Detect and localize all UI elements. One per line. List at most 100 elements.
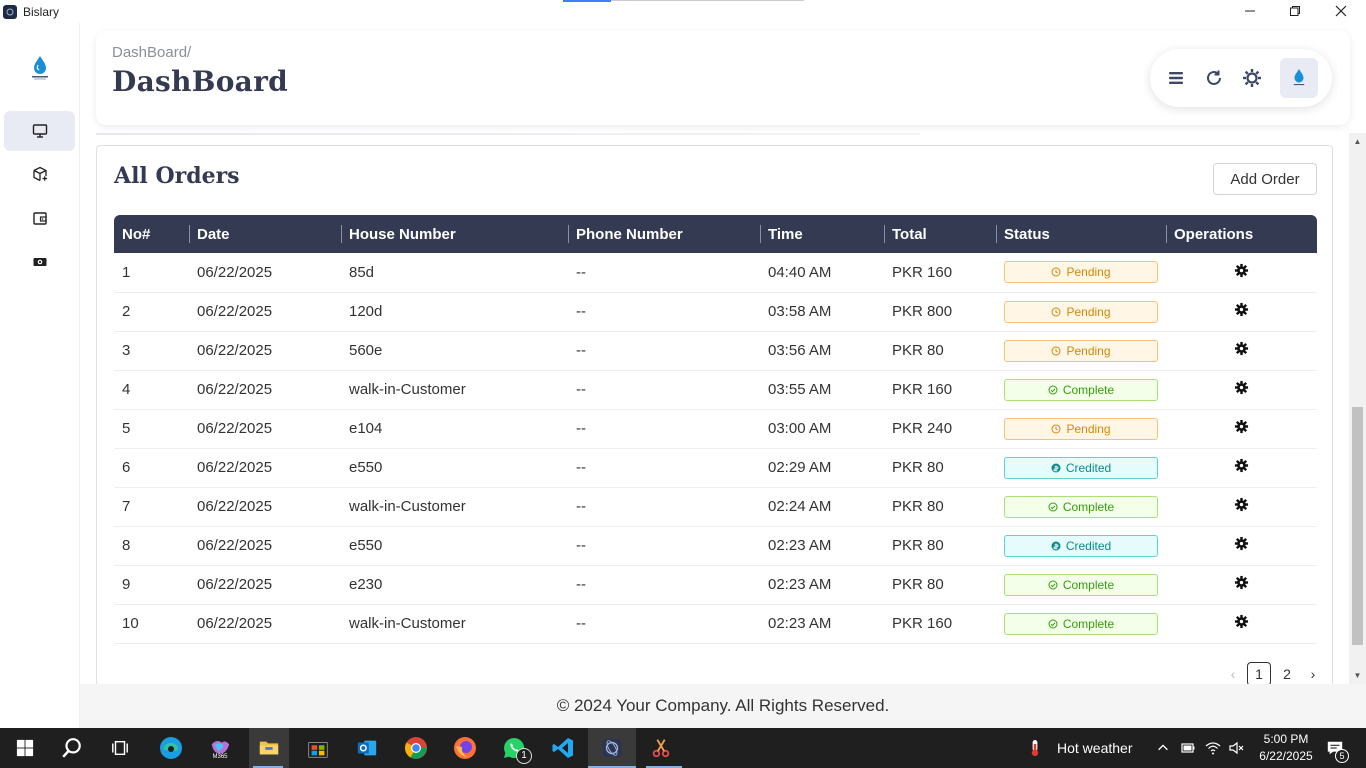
brand-logo[interactable] [28, 55, 52, 81]
clock-time[interactable]: 5:00 PM [1254, 732, 1318, 746]
windows-start-icon[interactable] [11, 734, 39, 762]
table-row[interactable]: 9 06/22/2025 e230 -- 02:23 AM PKR 80 Complete [114, 565, 1317, 604]
microsoft-store-icon[interactable] [304, 734, 332, 762]
column-header-house-number[interactable]: House Number [341, 215, 568, 253]
avatar[interactable] [1280, 58, 1318, 98]
cell-time: 02:29 AM [768, 459, 832, 476]
column-header-operations[interactable]: Operations [1166, 215, 1317, 253]
row-settings-button[interactable] [1234, 575, 1249, 594]
row-settings-button[interactable] [1234, 302, 1249, 321]
table-row[interactable]: 3 06/22/2025 560e -- 03:56 AM PKR 80 Pending [114, 331, 1317, 370]
cell-house-number: e550 [349, 537, 383, 554]
cell-operations [1166, 526, 1317, 565]
sidebar-item-products[interactable] [4, 154, 75, 194]
status-badge: Credited [1004, 534, 1158, 557]
weather-text[interactable]: Hot weather [1057, 740, 1132, 756]
settings-icon[interactable] [1240, 66, 1264, 90]
table-row[interactable]: 10 06/22/2025 walk-in-Customer -- 02:23 AM PK… [114, 604, 1317, 643]
pagination-prev-button[interactable]: ‹ [1223, 662, 1243, 686]
column-header-total[interactable]: Total [884, 215, 996, 253]
cell-house-number: e550 [349, 459, 383, 476]
table-row[interactable]: 7 06/22/2025 walk-in-Customer -- 02:24 AM PKR… [114, 487, 1317, 526]
row-settings-button[interactable] [1234, 419, 1249, 438]
table-row[interactable]: 5 06/22/2025 e104 -- 03:00 AM PKR 240 Pending [114, 409, 1317, 448]
pagination-page-2[interactable]: 2 [1275, 662, 1299, 686]
column-header-phone-number[interactable]: Phone Number [568, 215, 760, 253]
row-settings-button[interactable] [1234, 536, 1249, 555]
clock-date[interactable]: 6/22/2025 [1254, 749, 1318, 763]
scroll-up-arrow[interactable]: ▲ [1353, 137, 1362, 146]
cell-total: PKR 240 [892, 420, 953, 437]
task-view-icon[interactable] [106, 734, 134, 762]
vertical-scrollbar[interactable]: ▲ ▼ [1349, 133, 1366, 684]
table-row[interactable]: 6 06/22/2025 e550 -- 02:29 AM PKR 80 Credited [114, 448, 1317, 487]
sidebar-item-dashboard[interactable] [4, 111, 75, 151]
cell-house-number: e104 [349, 420, 383, 437]
cell-status: Pending [996, 292, 1166, 331]
cell-no: 8 [122, 537, 131, 554]
pagination-next-button[interactable]: › [1303, 662, 1323, 686]
scroll-thumb[interactable] [1352, 407, 1363, 645]
battery-icon[interactable] [1177, 734, 1199, 762]
cell-operations [1166, 370, 1317, 409]
row-settings-button[interactable] [1234, 614, 1249, 633]
table-row[interactable]: 4 06/22/2025 walk-in-Customer -- 03:55 AM PKR… [114, 370, 1317, 409]
chrome-icon[interactable] [402, 734, 430, 762]
table-row[interactable]: 1 06/22/2025 85d -- 04:40 AM PKR 160 Pending [114, 253, 1317, 292]
cell-phone-number: -- [576, 537, 586, 554]
microsoft-365-icon[interactable]: M365 [206, 734, 234, 762]
sidebar-item-wallet[interactable] [4, 198, 75, 238]
cell-status: Pending [996, 331, 1166, 370]
status-label: Complete [1062, 577, 1115, 592]
row-settings-button[interactable] [1234, 458, 1249, 477]
table-row[interactable]: 8 06/22/2025 e550 -- 02:23 AM PKR 80 Credited [114, 526, 1317, 565]
add-order-button[interactable]: Add Order [1213, 163, 1317, 195]
cell-operations [1166, 448, 1317, 487]
close-button[interactable] [1318, 0, 1364, 22]
sidebar-item-payments[interactable] [4, 242, 75, 282]
pagination-page-1[interactable]: 1 [1247, 662, 1271, 686]
status-badge: Complete [1004, 612, 1158, 635]
minimize-button[interactable] [1227, 0, 1273, 22]
vscode-icon[interactable] [549, 734, 577, 762]
outlook-icon[interactable] [353, 734, 381, 762]
cell-date: 06/22/2025 [197, 537, 273, 554]
cell-status: Credited [996, 448, 1166, 487]
table-row[interactable]: 2 06/22/2025 120d -- 03:58 AM PKR 800 Pending [114, 292, 1317, 331]
maximize-button[interactable] [1272, 0, 1318, 22]
cell-date: 06/22/2025 [197, 459, 273, 476]
cell-time: 02:23 AM [768, 576, 832, 593]
row-settings-button[interactable] [1234, 263, 1249, 282]
firefox-icon[interactable] [451, 734, 479, 762]
status-badge: Complete [1004, 378, 1158, 401]
column-header-status[interactable]: Status [996, 215, 1166, 253]
cell-total: PKR 80 [892, 459, 944, 476]
pagination: ‹ 1 2 › [1223, 662, 1323, 686]
cell-no: 6 [122, 459, 131, 476]
file-explorer-icon[interactable] [255, 734, 283, 762]
snipping-tool-icon[interactable] [647, 734, 675, 762]
search-icon[interactable] [58, 734, 86, 762]
refresh-icon[interactable] [1202, 66, 1226, 90]
column-header-date[interactable]: Date [189, 215, 341, 253]
volume-muted-icon[interactable] [1225, 734, 1247, 762]
cell-time: 02:23 AM [768, 615, 832, 632]
cell-time: 02:24 AM [768, 498, 832, 515]
scroll-down-arrow[interactable]: ▼ [1353, 671, 1362, 680]
row-settings-button[interactable] [1234, 380, 1249, 399]
wifi-icon[interactable] [1202, 734, 1224, 762]
weather-thermometer-icon[interactable] [1024, 734, 1046, 762]
menu-icon[interactable] [1164, 66, 1188, 90]
row-settings-button[interactable] [1234, 341, 1249, 360]
chevron-up-icon[interactable] [1152, 734, 1174, 762]
row-settings-button[interactable] [1234, 497, 1249, 516]
edge-browser-icon[interactable] [157, 734, 185, 762]
cell-phone-number: -- [576, 498, 586, 515]
column-header-no[interactable]: No# [114, 215, 189, 253]
cell-phone-number: -- [576, 420, 586, 437]
bislary-app-icon[interactable] [598, 734, 626, 762]
breadcrumb[interactable]: DashBoard/ [112, 44, 191, 61]
column-header-time[interactable]: Time [760, 215, 884, 253]
window-title-bar: Bislary [0, 0, 1366, 23]
status-badge: Complete [1004, 495, 1158, 518]
